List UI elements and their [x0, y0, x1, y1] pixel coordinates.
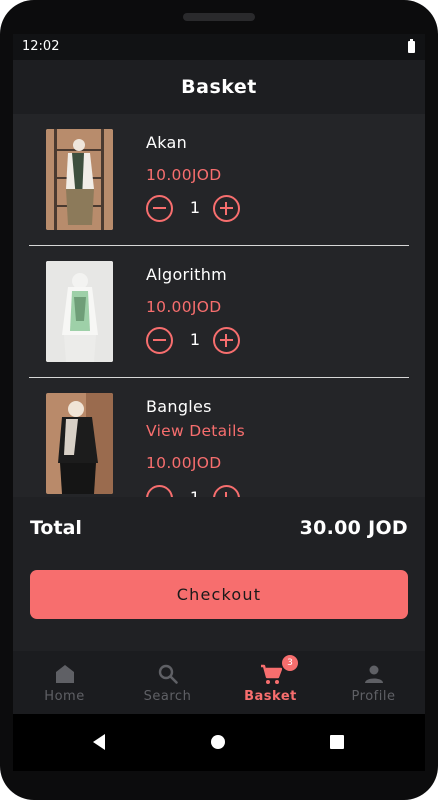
phone-speaker — [183, 13, 255, 21]
quantity-value: 1 — [189, 330, 201, 349]
view-details-link[interactable]: View Details — [146, 422, 245, 440]
app-bar: Basket — [13, 60, 425, 114]
status-time: 12:02 — [22, 39, 60, 54]
decrease-quantity-button[interactable] — [146, 195, 173, 222]
cart-icon — [261, 664, 282, 684]
phone-frame: 12:02 Basket Akan 10.00JOD 1 Algorithm 1… — [0, 0, 438, 800]
nav-item-search[interactable]: Search — [116, 651, 219, 714]
quantity-stepper: 1 — [146, 326, 246, 356]
nav-label-home: Home — [44, 689, 85, 704]
person-icon — [365, 665, 383, 683]
system-navigation-bar — [13, 714, 425, 771]
product-image[interactable] — [46, 129, 113, 230]
basket-list[interactable]: Akan 10.00JOD 1 Algorithm 10.00JOD 1 Ban… — [13, 114, 425, 497]
quantity-stepper: 1 — [146, 194, 246, 224]
product-image[interactable] — [46, 261, 113, 362]
increase-quantity-button[interactable] — [213, 485, 240, 497]
product-price: 10.00JOD — [146, 166, 222, 184]
nav-label-profile: Profile — [351, 689, 396, 704]
cart-count-badge: 3 — [282, 655, 298, 671]
battery-icon — [408, 39, 415, 53]
nav-item-home[interactable]: Home — [13, 651, 116, 714]
checkout-button[interactable]: Checkout — [30, 570, 408, 619]
quantity-value: 1 — [189, 198, 201, 217]
basket-item[interactable]: Bangles View Details 10.00JOD 1 — [29, 378, 409, 497]
increase-quantity-button[interactable] — [213, 195, 240, 222]
nav-item-basket[interactable]: 3 Basket — [219, 651, 322, 714]
search-icon — [158, 664, 178, 684]
decrease-quantity-button[interactable] — [146, 327, 173, 354]
app-screen: 12:02 Basket Akan 10.00JOD 1 Algorithm 1… — [13, 34, 425, 771]
back-icon[interactable] — [91, 733, 107, 751]
basket-item[interactable]: Algorithm 10.00JOD 1 — [29, 246, 409, 378]
quantity-stepper: 1 — [146, 484, 246, 497]
recent-apps-icon[interactable] — [330, 735, 344, 749]
product-name[interactable]: Algorithm — [146, 265, 227, 284]
home-icon — [56, 665, 74, 683]
bottom-navigation: Home Search 3 Basket Profile — [13, 651, 425, 714]
quantity-value: 1 — [185, 488, 205, 497]
home-button-icon[interactable] — [211, 735, 225, 749]
increase-quantity-button[interactable] — [213, 327, 240, 354]
status-bar: 12:02 — [13, 34, 425, 60]
total-row: Total 30.00 JOD — [13, 497, 425, 561]
nav-item-profile[interactable]: Profile — [322, 651, 425, 714]
total-value: 30.00 JOD — [299, 517, 408, 539]
product-name[interactable]: Akan — [146, 133, 187, 152]
basket-item[interactable]: Akan 10.00JOD 1 — [29, 114, 409, 246]
total-label: Total — [30, 517, 82, 539]
nav-label-search: Search — [143, 689, 192, 704]
nav-label-basket: Basket — [244, 689, 297, 704]
page-title: Basket — [181, 76, 257, 98]
decrease-quantity-button[interactable] — [146, 485, 173, 497]
product-name[interactable]: Bangles — [146, 397, 212, 416]
product-price: 10.00JOD — [146, 454, 222, 472]
product-price: 10.00JOD — [146, 298, 222, 316]
product-image[interactable] — [46, 393, 113, 494]
